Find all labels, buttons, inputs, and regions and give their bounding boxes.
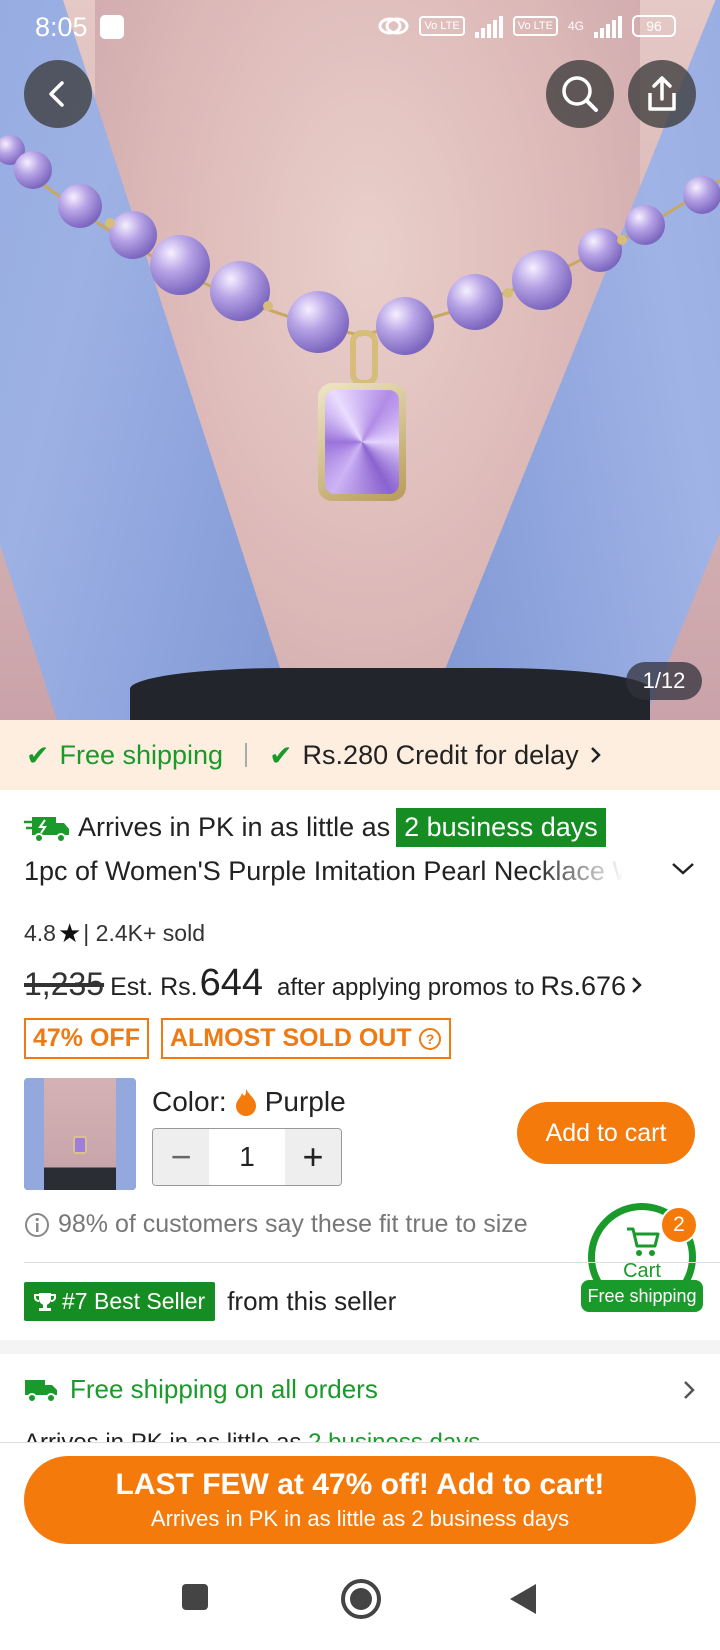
decrease-button[interactable]: − [153,1129,209,1185]
notification-icon [100,15,124,39]
price-row[interactable]: 1,235 Est. Rs. 644 after applying promos… [24,962,644,1005]
product-title: 1pc of Women'S Purple Imitation Pearl Ne… [24,856,624,886]
delay-credit-label[interactable]: ✔ Rs.280 Credit for delay [269,739,603,772]
cta-sub-text: Arrives in PK in as little as 2 business… [150,1506,570,1531]
volte-icon: Vo LTE [419,16,465,36]
status-icons: Vo LTE Vo LTE 4G 96 [377,14,676,38]
cart-icon [627,1227,660,1256]
color-value: Purple [264,1086,346,1117]
fast-truck-icon [24,816,69,843]
signal-icon [474,14,503,38]
divider [24,1262,720,1263]
increase-button[interactable]: + [285,1129,341,1185]
gemstone-pendant [318,383,406,501]
color-selector[interactable]: Color: Purple [152,1086,346,1118]
sold-count: | 2.4K+ sold [83,920,205,946]
check-icon: ✔ [269,739,293,771]
original-price: 1,235 [24,966,105,1002]
divider [0,1442,720,1443]
divider [245,743,248,767]
help-icon: ? [418,1027,441,1050]
share-button[interactable] [628,60,696,128]
home-icon[interactable] [340,1578,382,1620]
section-divider [0,1340,720,1354]
tags-row: 47% OFF ALMOST SOLD OUT ? [24,1018,451,1059]
network-type: 4G [567,19,584,33]
truck-icon [25,1379,57,1403]
chevron-left-icon [49,81,64,107]
rating-value: 4.8 [24,920,56,946]
search-icon [562,76,598,112]
add-to-cart-cta-button[interactable]: LAST FEW at 47% off! Add to cart! Arrive… [24,1456,696,1544]
best-seller-badge: #7 Best Seller [24,1282,216,1321]
info-icon [25,1212,49,1237]
check-icon: ✔ [26,739,50,771]
system-nav-bar [0,1560,720,1650]
quantity-value[interactable]: 1 [209,1129,285,1185]
recents-icon[interactable] [180,1582,210,1612]
cart-free-shipping-badge: Free shipping [581,1280,703,1312]
free-shipping-title: Free shipping on all orders [70,1374,378,1404]
product-image[interactable]: 8:05 Vo LTE Vo LTE 4G 96 1/12 [0,0,720,720]
promo-text: after applying promos to [277,974,535,1001]
fire-icon [235,1089,256,1116]
share-icon [648,76,676,111]
free-shipping-subtext: Arrives in PK in as little as 2 business… [24,1429,481,1443]
days-badge: 2 business days [396,808,606,847]
variant-thumbnail[interactable] [24,1078,136,1190]
shipping-banner[interactable]: ✔ Free shipping ✔ Rs.280 Credit for dela… [0,720,720,790]
chevron-right-icon [684,1380,695,1399]
stock-tag[interactable]: ALMOST SOLD OUT ? [160,1018,451,1059]
chevron-right-icon [590,747,601,763]
rating-row[interactable]: 4.8 ★ | 2.4K+ sold [24,918,205,949]
current-price: 644 [199,962,263,1004]
est-label: Est. Rs. [110,973,198,1001]
search-button[interactable] [546,60,614,128]
cart-count-badge: 2 [660,1206,698,1244]
image-counter: 1/12 [626,662,702,700]
link-icon [378,17,409,35]
status-time: 8:05 [35,12,88,42]
discount-tag: 47% OFF [24,1018,149,1059]
back-button[interactable] [24,60,92,128]
status-bar: 8:05 Vo LTE Vo LTE 4G 96 [0,0,720,54]
add-to-cart-button[interactable]: Add to cart [517,1102,695,1164]
best-seller-text: from this seller [227,1286,397,1316]
fit-info: 98% of customers say these fit true to s… [24,1210,528,1239]
star-icon: ★ [57,918,82,948]
chevron-right-icon [632,977,642,993]
volte-icon-2: Vo LTE [512,16,558,36]
pendant-bail [350,330,378,386]
trophy-icon [34,1292,56,1311]
chevron-down-icon[interactable] [670,860,696,878]
svg-text:?: ? [425,1031,434,1047]
quantity-stepper[interactable]: − 1 + [152,1128,342,1186]
product-title-row[interactable]: 1pc of Women'S Purple Imitation Pearl Ne… [24,856,694,887]
free-shipping-label: ✔ Free shipping [26,739,224,771]
back-nav-icon[interactable] [508,1582,538,1616]
promo-price: Rs.676 [540,971,627,1001]
free-shipping-section[interactable]: Free shipping on all orders [24,1374,696,1405]
battery-icon: 96 [632,15,676,37]
best-seller-row[interactable]: #7 Best Seller from this seller [24,1282,396,1321]
signal-icon-2 [594,14,622,38]
delivery-estimate: Arrives in PK in as little as 2 business… [24,808,606,847]
cta-main-text: LAST FEW at 47% off! Add to cart! [115,1468,605,1501]
